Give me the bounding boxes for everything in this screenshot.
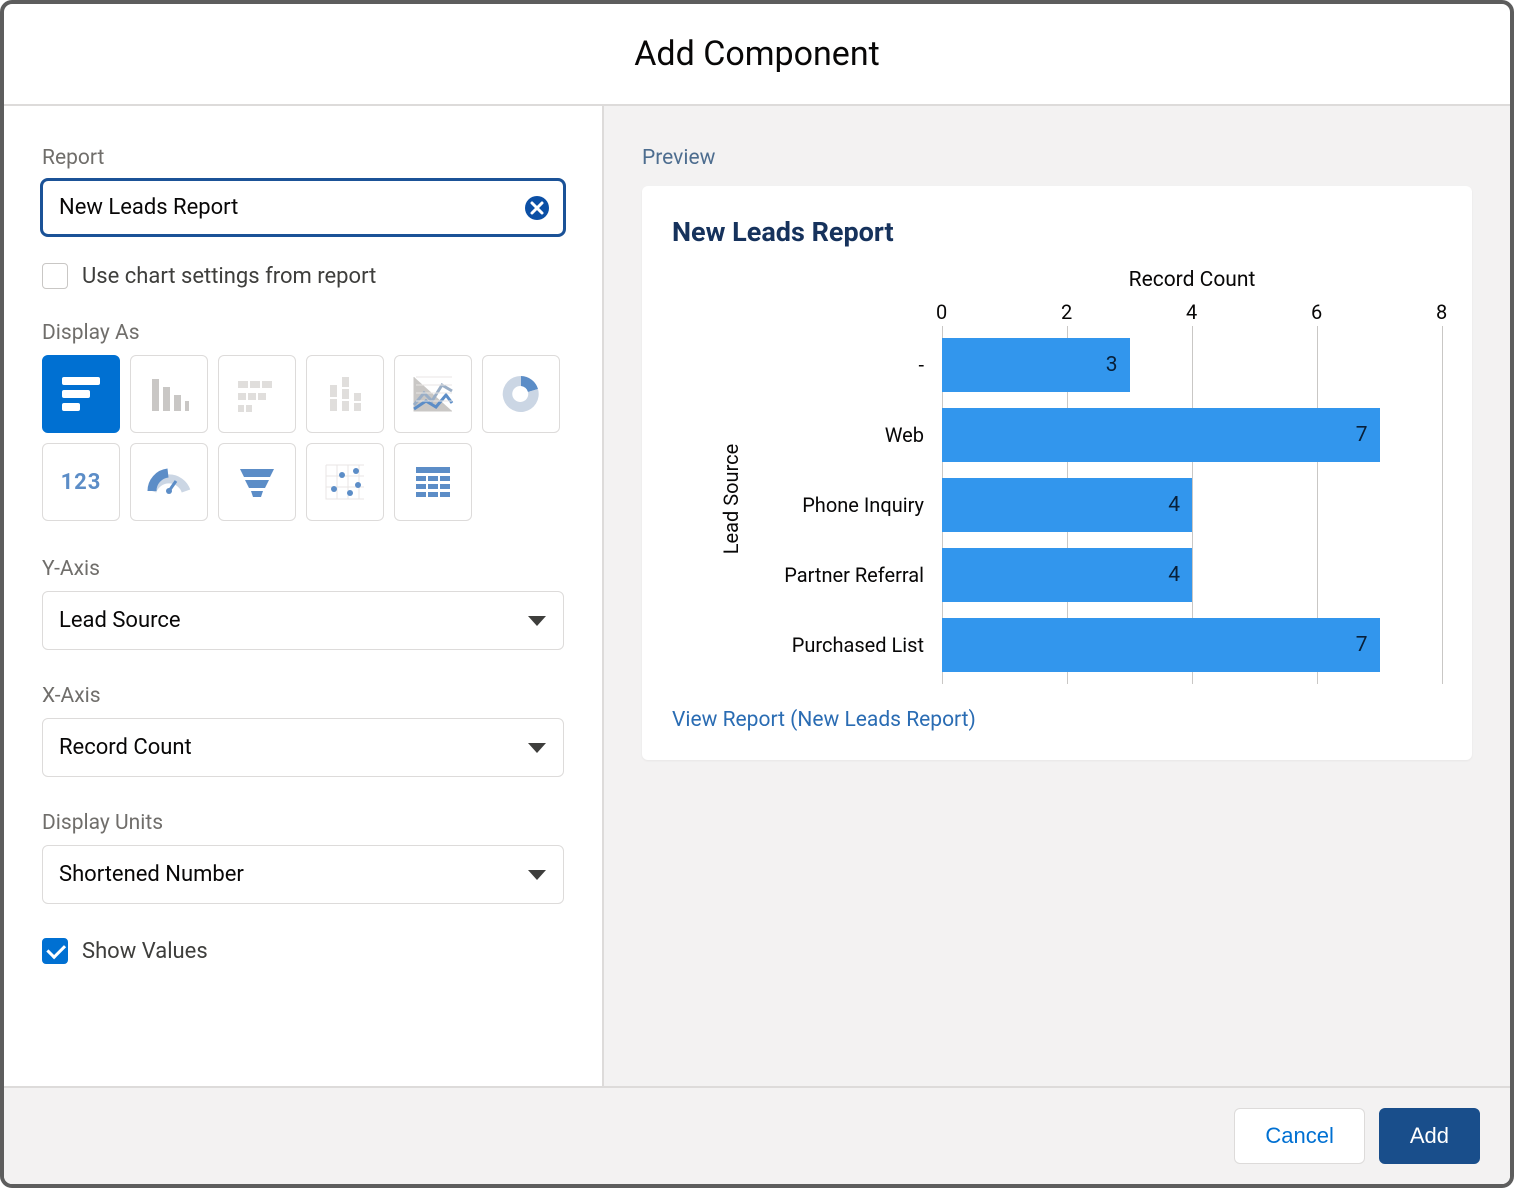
display-units-label: Display Units xyxy=(42,811,564,835)
x-axis-title: Record Count xyxy=(942,268,1442,292)
report-input[interactable]: New Leads Report xyxy=(42,180,564,235)
display-as-grid: 123 xyxy=(42,355,564,521)
chart-type-funnel[interactable] xyxy=(218,443,296,521)
chevron-down-icon xyxy=(528,616,546,626)
bar[interactable]: 7 xyxy=(942,618,1380,672)
add-button[interactable]: Add xyxy=(1379,1108,1480,1164)
bar-row: Phone Inquiry4 xyxy=(732,470,1442,540)
gridline xyxy=(1442,326,1443,684)
bar-track: 7 xyxy=(942,400,1442,470)
funnel-icon xyxy=(234,459,280,505)
bar[interactable]: 3 xyxy=(942,338,1130,392)
modal-title: Add Component xyxy=(4,34,1510,74)
chart-type-stacked-horizontal-bar[interactable] xyxy=(218,355,296,433)
chart-type-gauge[interactable] xyxy=(130,443,208,521)
bar-row: Purchased List7 xyxy=(732,610,1442,680)
bar-row: -3 xyxy=(732,330,1442,400)
table-icon xyxy=(410,459,456,505)
display-as-label: Display As xyxy=(42,321,564,345)
y-axis-label: Y-Axis xyxy=(42,557,564,581)
preview-card: New Leads Report Record Count Lead Sourc… xyxy=(642,186,1472,760)
metric-number-icon: 123 xyxy=(61,470,102,495)
bar-track: 4 xyxy=(942,540,1442,610)
x-tick: 2 xyxy=(1061,300,1072,324)
y-axis-select[interactable]: Lead Source xyxy=(42,591,564,650)
bar-track: 7 xyxy=(942,610,1442,680)
chart-type-horizontal-bar[interactable] xyxy=(42,355,120,433)
scatter-icon xyxy=(322,459,368,505)
preview-chart-title: New Leads Report xyxy=(672,216,1442,248)
chart-type-donut[interactable] xyxy=(482,355,560,433)
modal-footer: Cancel Add xyxy=(4,1086,1510,1184)
x-axis-label: X-Axis xyxy=(42,684,564,708)
show-values-row[interactable]: Show Values xyxy=(42,938,564,964)
x-tick: 4 xyxy=(1186,300,1197,324)
report-label: Report xyxy=(42,146,564,170)
use-chart-settings-row[interactable]: Use chart settings from report xyxy=(42,263,564,289)
bar[interactable]: 4 xyxy=(942,548,1192,602)
vertical-bar-icon xyxy=(146,371,192,417)
x-tick: 8 xyxy=(1436,300,1447,324)
bar-category-label: - xyxy=(732,353,942,377)
chart-type-vertical-bar[interactable] xyxy=(130,355,208,433)
show-values-checkbox[interactable] xyxy=(42,938,68,964)
bar-track: 4 xyxy=(942,470,1442,540)
use-chart-settings-checkbox[interactable] xyxy=(42,263,68,289)
chart-type-line[interactable] xyxy=(394,355,472,433)
display-units-select[interactable]: Shortened Number xyxy=(42,845,564,904)
bar-category-label: Web xyxy=(732,423,942,447)
bar-category-label: Phone Inquiry xyxy=(732,493,942,517)
x-axis-ticks: 02468 xyxy=(942,300,1442,330)
chevron-down-icon xyxy=(528,743,546,753)
modal-header: Add Component xyxy=(4,4,1510,106)
chart-type-metric[interactable]: 123 xyxy=(42,443,120,521)
close-circle-icon xyxy=(524,195,550,221)
preview-label: Preview xyxy=(642,146,1472,170)
preview-panel: Preview New Leads Report Record Count Le… xyxy=(604,106,1510,1086)
stacked-horizontal-bar-icon xyxy=(234,371,280,417)
bar-category-label: Partner Referral xyxy=(732,563,942,587)
horizontal-bar-icon xyxy=(58,371,104,417)
report-input-wrap: New Leads Report xyxy=(42,180,564,235)
modal-body: Report New Leads Report Use chart settin… xyxy=(4,106,1510,1086)
cancel-button[interactable]: Cancel xyxy=(1234,1108,1364,1164)
bar-row: Partner Referral4 xyxy=(732,540,1442,610)
chart-type-table[interactable] xyxy=(394,443,472,521)
clear-report-button[interactable] xyxy=(522,193,552,223)
chevron-down-icon xyxy=(528,870,546,880)
stacked-vertical-bar-icon xyxy=(322,371,368,417)
chart-type-scatter[interactable] xyxy=(306,443,384,521)
bar[interactable]: 7 xyxy=(942,408,1380,462)
x-axis-select[interactable]: Record Count xyxy=(42,718,564,777)
bar-track: 3 xyxy=(942,330,1442,400)
gauge-icon xyxy=(146,459,192,505)
x-tick: 6 xyxy=(1311,300,1322,324)
bar-category-label: Purchased List xyxy=(732,633,942,657)
bar-row: Web7 xyxy=(732,400,1442,470)
config-panel: Report New Leads Report Use chart settin… xyxy=(4,106,604,1086)
view-report-link[interactable]: View Report (New Leads Report) xyxy=(672,708,976,732)
chart-area: Record Count Lead Source 02468 -3Web7Pho… xyxy=(672,268,1442,680)
add-component-modal: Add Component Report New Leads Report Us… xyxy=(0,0,1514,1188)
bar[interactable]: 4 xyxy=(942,478,1192,532)
bars-area: -3Web7Phone Inquiry4Partner Referral4Pur… xyxy=(732,330,1442,680)
donut-chart-icon xyxy=(498,371,544,417)
chart-type-stacked-vertical-bar[interactable] xyxy=(306,355,384,433)
line-chart-icon xyxy=(410,371,456,417)
x-tick: 0 xyxy=(936,300,947,324)
show-values-label: Show Values xyxy=(82,939,208,964)
use-chart-settings-label: Use chart settings from report xyxy=(82,264,376,289)
